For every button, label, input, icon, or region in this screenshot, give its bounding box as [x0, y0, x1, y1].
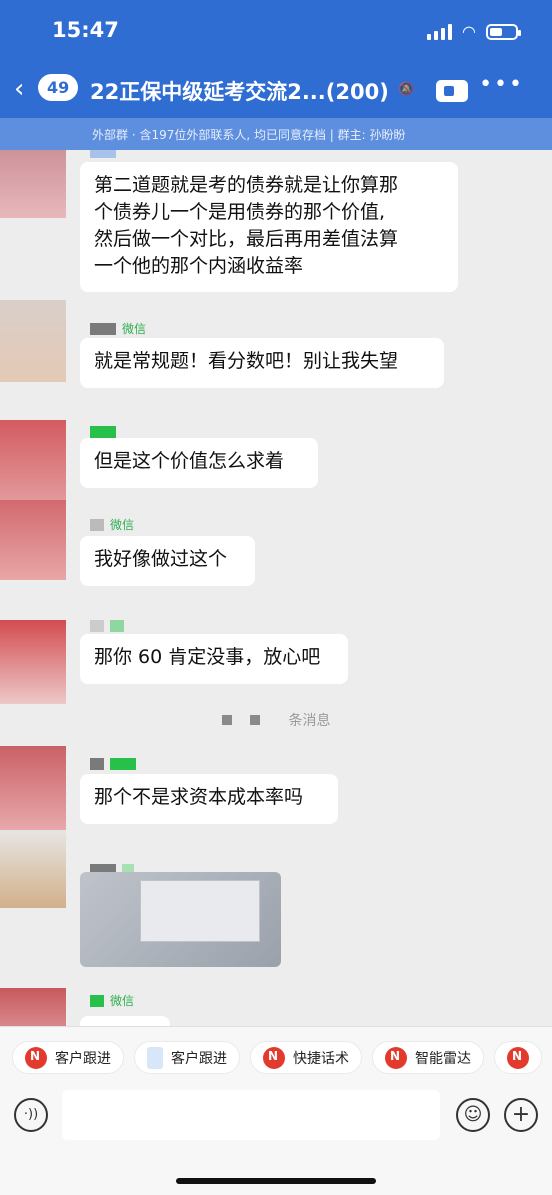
message-bubble[interactable]: 那你 60 肯定没事，放心吧 [80, 634, 348, 684]
message-image[interactable] [80, 872, 281, 967]
chat-title[interactable]: 22正保中级延考交流2...(200) [90, 76, 389, 106]
sender-tag: 微信 [110, 994, 135, 1008]
sender-name: 微信 [90, 320, 146, 337]
quick-action-quick-phrases[interactable]: 快捷话术 [250, 1041, 362, 1074]
avatar[interactable] [0, 746, 66, 830]
sender-name: 微信 [90, 516, 134, 533]
message-bubble[interactable]: 就是常规题！看分数吧！别让我失望 [80, 338, 444, 388]
status-bar: 15:47 ◠ [0, 0, 552, 62]
message-bubble[interactable]: 第二道题就是考的债券就是让你算那 个债券儿一个是用债券的那个价值, 然后做一个对… [80, 162, 458, 292]
quick-action-smart-radar[interactable]: 智能雷达 [372, 1041, 484, 1074]
app-logo-icon [25, 1046, 47, 1069]
app-logo-icon [507, 1046, 529, 1069]
sender-name [90, 150, 116, 158]
voice-input-icon[interactable]: ·)) [14, 1098, 48, 1132]
signal-icon [427, 23, 453, 40]
avatar[interactable] [0, 620, 66, 704]
home-indicator [176, 1178, 376, 1184]
message-bubble[interactable]: 但是这个价值怎么求着 [80, 438, 318, 488]
quick-action-customer-follow-up[interactable]: 客户跟进 [12, 1041, 124, 1074]
message-bubble[interactable]: 那个不是求资本成本率吗 [80, 774, 338, 824]
header: 15:47 ◠ ‹ 49 22正保中级延考交流2...(200) 🔕 ••• 外… [0, 0, 552, 150]
avatar[interactable] [0, 830, 66, 908]
quick-action-more[interactable] [494, 1041, 542, 1074]
sender-name [90, 758, 136, 770]
video-call-icon[interactable] [436, 80, 468, 102]
quick-action-customer-follow-up-doc[interactable]: 客户跟进 [134, 1041, 240, 1074]
app-logo-icon [263, 1046, 285, 1069]
wifi-icon: ◠ [462, 22, 476, 41]
sender-tag: 微信 [110, 518, 135, 532]
status-time: 15:47 [52, 18, 119, 42]
chat-area[interactable]: 第二道题就是考的债券就是让你算那 个债券儿一个是用债券的那个价值, 然后做一个对… [0, 150, 552, 1026]
system-message: 条消息 [0, 710, 552, 730]
avatar[interactable] [0, 420, 66, 502]
more-icon[interactable]: ••• [479, 72, 524, 97]
battery-icon [486, 23, 521, 40]
plus-icon[interactable]: + [504, 1098, 538, 1132]
document-photo-icon [140, 880, 260, 942]
group-info[interactable]: 外部群 · 含197位外部联系人, 均已同意存档 | 群主: 孙盼盼 [0, 118, 552, 150]
quick-action-bar: 客户跟进 客户跟进 快捷话术 智能雷达 [0, 1026, 552, 1088]
sender-name [90, 426, 116, 438]
avatar[interactable] [0, 988, 66, 1026]
sender-tag: 微信 [122, 322, 147, 336]
document-icon [147, 1046, 163, 1069]
app-logo-icon [385, 1046, 407, 1069]
avatar[interactable] [0, 150, 66, 218]
chat-nav-bar: ‹ 49 22正保中级延考交流2...(200) 🔕 ••• [0, 62, 552, 118]
mute-icon: 🔕 [398, 82, 415, 97]
unread-badge[interactable]: 49 [38, 74, 79, 101]
sender-name [90, 620, 124, 632]
back-icon[interactable]: ‹ [14, 74, 24, 104]
message-bubble[interactable]: 我好像做过这个 [80, 536, 255, 586]
avatar[interactable] [0, 500, 66, 580]
sender-name: 微信 [90, 992, 134, 1009]
status-icons: ◠ [427, 22, 521, 41]
avatar[interactable] [0, 300, 66, 382]
message-input[interactable] [62, 1090, 440, 1140]
input-bar: ·)) ☺ + [0, 1088, 552, 1195]
message-bubble[interactable] [80, 1016, 170, 1026]
emoji-icon[interactable]: ☺ [456, 1098, 490, 1132]
